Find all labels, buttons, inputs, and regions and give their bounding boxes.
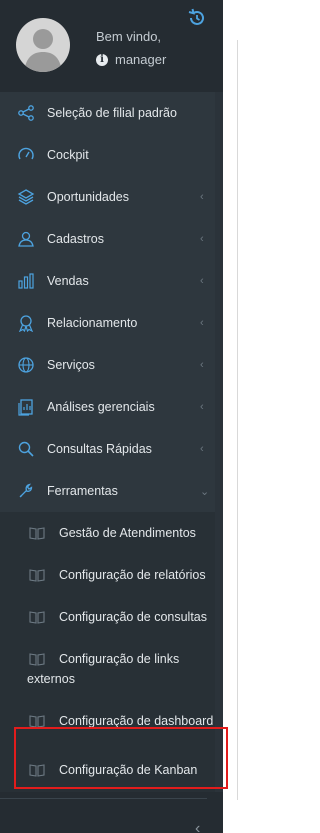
info-icon: i: [96, 53, 108, 66]
menu-label: Relacionamento: [47, 316, 138, 330]
submenu-label: Configuração de Kanban: [59, 763, 198, 777]
avatar-silhouette-icon: [24, 29, 62, 72]
submenu-ferramentas: Gestão de Atendimentos Configuração de r…: [0, 512, 215, 800]
chevron-left-icon: ‹: [200, 401, 204, 413]
menu-item-vendas[interactable]: Vendas ‹: [0, 260, 215, 302]
chevron-left-icon: ‹: [200, 443, 204, 455]
submenu-label-line2: externos: [27, 672, 75, 686]
menu-item-relacionamento[interactable]: Relacionamento ‹: [0, 302, 215, 344]
book-icon: [29, 653, 45, 666]
chevron-left-icon: ‹: [200, 317, 204, 329]
chevron-down-icon: ⌄: [200, 486, 210, 498]
book-icon: [29, 764, 45, 777]
menu-label: Cockpit: [47, 148, 89, 162]
menu-item-cockpit[interactable]: Cockpit: [0, 134, 215, 176]
submenu-item-gestao-atendimentos[interactable]: Gestão de Atendimentos: [0, 512, 215, 554]
menu-label: Ferramentas: [47, 484, 118, 498]
award-icon: [18, 315, 34, 332]
menu-label: Consultas Rápidas: [47, 442, 152, 456]
menu-label: Análises gerenciais: [47, 400, 155, 414]
menu-item-ferramentas[interactable]: Ferramentas ⌄: [0, 470, 215, 512]
menu-item-servicos[interactable]: Serviços ‹: [0, 344, 215, 386]
welcome-text: Bem vindo,: [96, 29, 162, 44]
submenu-label: Configuração de dashboard: [59, 714, 214, 728]
collapse-sidebar-icon[interactable]: ‹: [195, 820, 200, 833]
menu-item-analises[interactable]: Análises gerenciais ‹: [0, 386, 215, 428]
user-panel: Bem vindo, i manager: [0, 0, 223, 92]
submenu-label: Configuração de relatórios: [59, 568, 206, 582]
footer-divider: [0, 798, 207, 799]
menu-item-oportunidades[interactable]: Oportunidades ‹: [0, 176, 215, 218]
submenu-label-line1: Configuração de links: [59, 652, 180, 666]
content-area-edge: [223, 0, 241, 833]
menu-label: Vendas: [47, 274, 89, 288]
menu-label: Oportunidades: [47, 190, 130, 204]
chevron-left-icon: ‹: [200, 191, 204, 203]
wrench-icon: [19, 483, 33, 498]
book-icon: [29, 611, 45, 624]
sidebar-footer: [0, 792, 223, 833]
username-row[interactable]: i manager: [96, 52, 166, 67]
globe-icon: [18, 357, 34, 373]
book-icon: [29, 715, 45, 728]
menu-label: Seleção de filial padrão: [47, 106, 177, 120]
search-icon: [18, 441, 34, 457]
refresh-icon[interactable]: [187, 8, 207, 28]
chevron-left-icon: ‹: [200, 275, 204, 287]
bar-chart-icon: [18, 273, 34, 289]
main-menu: Seleção de filial padrão Cockpit Oportun…: [0, 92, 215, 800]
menu-label: Cadastros: [47, 232, 104, 246]
submenu-item-config-consultas[interactable]: Configuração de consultas: [0, 596, 215, 638]
menu-label: Serviços: [47, 358, 95, 372]
menu-item-cadastros[interactable]: Cadastros ‹: [0, 218, 215, 260]
sidebar: Bem vindo, i manager Seleção de filial p…: [0, 0, 223, 833]
menu-item-consultas[interactable]: Consultas Rápidas ‹: [0, 428, 215, 470]
submenu-item-config-links-externos[interactable]: Configuração de links externos: [0, 638, 215, 700]
report-icon: [18, 399, 33, 416]
book-icon: [29, 527, 45, 540]
submenu-item-config-relatorios[interactable]: Configuração de relatórios: [0, 554, 215, 596]
submenu-item-config-dashboard[interactable]: Configuração de dashboard: [0, 700, 215, 742]
gauge-icon: [18, 147, 34, 160]
submenu-label: Configuração de consultas: [59, 610, 208, 624]
content-divider: [237, 40, 238, 800]
chevron-left-icon: ‹: [200, 359, 204, 371]
layers-icon: [17, 189, 35, 205]
user-icon: [18, 231, 34, 247]
menu-item-selecao-filial[interactable]: Seleção de filial padrão: [0, 92, 215, 134]
chevron-left-icon: ‹: [200, 233, 204, 245]
avatar[interactable]: [16, 18, 70, 72]
book-icon: [29, 569, 45, 582]
username: manager: [115, 52, 167, 67]
submenu-label: Gestão de Atendimentos: [59, 526, 196, 540]
share-icon: [18, 105, 34, 121]
